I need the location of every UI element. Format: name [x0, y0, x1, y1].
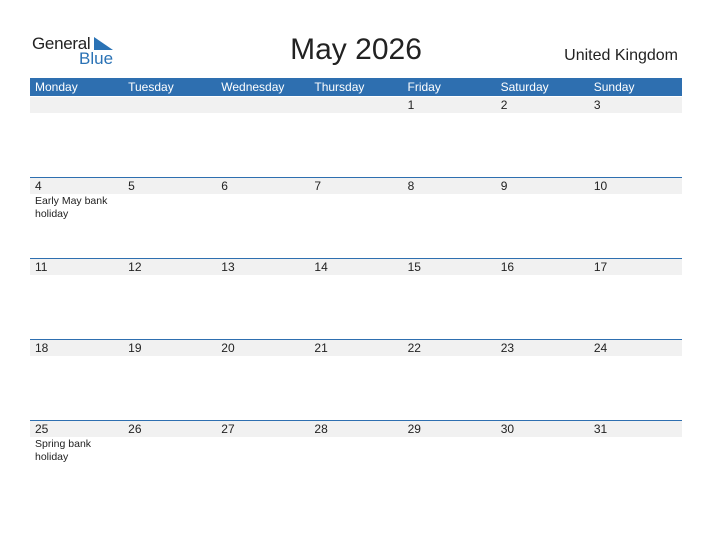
week-row: 1 2 3 — [30, 97, 682, 178]
week-row: 18 19 20 21 22 23 24 — [30, 339, 682, 420]
holiday-label: Early May bank holiday — [35, 195, 108, 220]
day-number: 18 — [35, 341, 49, 355]
day-number — [309, 97, 402, 113]
day-cell: 2 — [496, 97, 589, 177]
day-cell: 10 — [589, 178, 682, 258]
day-number: 6 — [221, 179, 228, 193]
day-number: 11 — [35, 260, 48, 274]
day-cell: 7 — [309, 178, 402, 258]
day-cell: 21 — [309, 340, 402, 420]
day-cell: 31 — [589, 421, 682, 501]
week-row: 11 12 13 14 15 16 17 — [30, 258, 682, 339]
weekday-saturday: Saturday — [500, 80, 549, 94]
day-number — [123, 97, 216, 113]
day-cell: 5 — [123, 178, 216, 258]
day-number: 8 — [407, 179, 415, 193]
day-number: 3 — [593, 98, 601, 112]
day-cell: 9 — [496, 178, 589, 258]
day-cell: 26 — [123, 421, 216, 501]
day-cell: 22 — [403, 340, 496, 420]
weekday-friday: Friday — [407, 80, 441, 94]
day-cell — [30, 97, 123, 177]
weekday-wednesday: Wednesday — [221, 80, 285, 94]
day-number: 21 — [314, 341, 328, 355]
day-cell: 15 — [403, 259, 496, 339]
day-number: 15 — [407, 260, 421, 274]
day-cell: 24 — [589, 340, 682, 420]
day-number: 22 — [407, 341, 421, 355]
day-cell — [216, 97, 309, 177]
day-cell: 20 — [216, 340, 309, 420]
holiday-label: Spring bank holiday — [35, 438, 92, 463]
day-cell: 14 — [309, 259, 402, 339]
day-number: 9 — [500, 179, 508, 193]
day-cell: 6 — [216, 178, 309, 258]
day-cell: 27 — [216, 421, 309, 501]
day-cell — [123, 97, 216, 177]
day-cell: 11 — [30, 259, 123, 339]
country-label: United Kingdom — [564, 47, 678, 64]
day-number: 13 — [221, 260, 235, 274]
day-number: 4 — [35, 179, 42, 193]
day-number: 10 — [593, 179, 608, 193]
weekday-monday: Monday — [35, 80, 78, 94]
week-row: 25 Spring bank holiday 26 27 28 29 30 31 — [30, 420, 682, 501]
day-number: 29 — [407, 422, 421, 436]
day-number: 14 — [314, 260, 328, 274]
day-number: 28 — [314, 422, 328, 436]
day-cell: 4 Early May bank holiday — [30, 178, 123, 258]
day-cell: 28 — [309, 421, 402, 501]
day-number: 25 — [35, 422, 49, 436]
day-number: 12 — [128, 260, 142, 274]
day-number — [216, 97, 309, 113]
weekday-tuesday: Tuesday — [128, 80, 174, 94]
day-number: 2 — [500, 98, 508, 112]
day-cell — [309, 97, 402, 177]
day-number: 20 — [221, 341, 235, 355]
day-number: 23 — [500, 341, 515, 355]
day-number: 16 — [500, 260, 515, 274]
day-cell: 12 — [123, 259, 216, 339]
day-number: 19 — [128, 341, 142, 355]
day-cell: 13 — [216, 259, 309, 339]
day-cell: 25 Spring bank holiday — [30, 421, 123, 501]
day-number — [30, 97, 123, 113]
day-number: 31 — [593, 422, 608, 436]
day-cell: 3 — [589, 97, 682, 177]
weekday-thursday: Thursday — [314, 80, 365, 94]
day-cell: 1 — [403, 97, 496, 177]
day-number: 30 — [500, 422, 515, 436]
day-number: 17 — [593, 260, 608, 274]
weekday-header: Monday Tuesday Wednesday Thursday Friday… — [30, 78, 682, 96]
day-number: 24 — [593, 341, 608, 355]
week-row: 4 Early May bank holiday 5 6 7 8 9 10 — [30, 177, 682, 258]
day-cell: 16 — [496, 259, 589, 339]
day-cell: 18 — [30, 340, 123, 420]
day-number: 27 — [221, 422, 235, 436]
day-cell: 29 — [403, 421, 496, 501]
day-number: 5 — [128, 179, 135, 193]
day-cell: 8 — [403, 178, 496, 258]
day-number: 7 — [314, 179, 322, 193]
weekday-sunday: Sunday — [593, 80, 635, 94]
day-cell: 17 — [589, 259, 682, 339]
day-cell: 30 — [496, 421, 589, 501]
day-cell: 19 — [123, 340, 216, 420]
day-number: 1 — [407, 98, 415, 112]
day-number: 26 — [128, 422, 142, 436]
day-cell: 23 — [496, 340, 589, 420]
